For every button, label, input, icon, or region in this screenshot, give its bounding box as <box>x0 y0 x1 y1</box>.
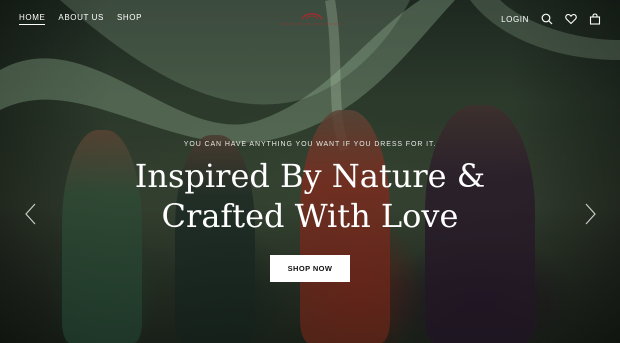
nav-link-shop[interactable]: SHOP <box>117 13 142 25</box>
hero-banner: HOME ABOUT US SHOP LOGIN YOU CAN HAVE AN… <box>0 0 620 343</box>
utility-menu: LOGIN <box>501 13 601 25</box>
hero-headline-line-1: Inspired By Nature & <box>134 157 486 195</box>
nav-link-about-us[interactable]: ABOUT US <box>58 13 104 25</box>
hero-headline: Inspired By Nature & Crafted With Love <box>0 156 620 236</box>
shopping-bag-icon[interactable] <box>589 13 601 25</box>
brand-logo[interactable] <box>278 10 344 28</box>
login-link[interactable]: LOGIN <box>501 15 529 24</box>
hero-tagline: YOU CAN HAVE ANYTHING YOU WANT IF YOU DR… <box>183 141 437 148</box>
primary-menu: HOME ABOUT US SHOP <box>19 13 142 25</box>
chevron-left-icon[interactable] <box>24 203 38 225</box>
hero-headline-line-2: Crafted With Love <box>161 197 459 235</box>
heart-icon[interactable] <box>565 13 577 25</box>
nav-link-home[interactable]: HOME <box>19 13 46 25</box>
shop-now-button[interactable]: SHOP NOW <box>270 255 350 282</box>
search-icon[interactable] <box>541 13 553 25</box>
top-navigation: HOME ABOUT US SHOP LOGIN <box>0 0 620 38</box>
chevron-right-icon[interactable] <box>583 203 597 225</box>
